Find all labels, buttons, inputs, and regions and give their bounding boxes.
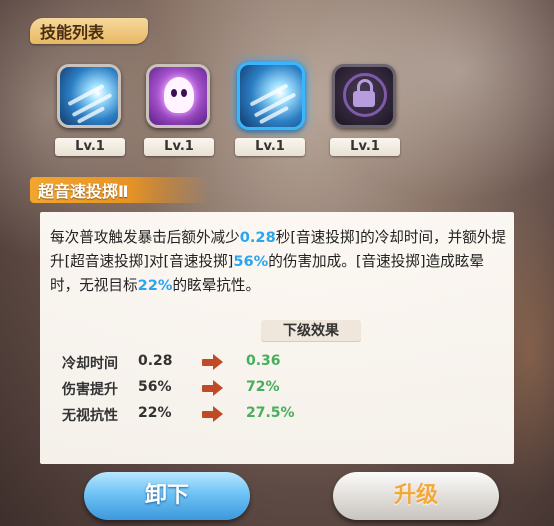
stat-next-value: 72%	[246, 379, 280, 395]
lock-icon	[353, 79, 375, 109]
skill-level-2: Lv.1	[144, 138, 214, 156]
skill-description-panel: 每次普攻触发暴击后额外减少0.28秒[音速投掷]的冷却时间，并额外提升[超音速投…	[40, 212, 514, 464]
desc-text: 的眩晕抗性。	[172, 277, 261, 294]
stat-next-value: 27.5%	[246, 405, 295, 421]
skill-slot-3-selected[interactable]	[237, 62, 305, 130]
skill-slot-2[interactable]	[146, 64, 210, 128]
stat-current-value: 56%	[138, 379, 172, 395]
arrow-right-icon	[202, 354, 224, 370]
skill-level-3: Lv.1	[235, 138, 305, 156]
desc-highlight-value: 0.28	[239, 229, 276, 246]
stat-label: 伤害提升	[62, 382, 118, 398]
arrow-right-icon	[202, 406, 224, 422]
upgrade-button[interactable]: 升级	[333, 472, 499, 520]
skill-list-title: 技能列表	[30, 18, 148, 44]
stat-label: 无视抗性	[62, 408, 118, 424]
arrow-right-icon	[202, 380, 224, 396]
skill-name: 超音速投掷Ⅱ	[30, 177, 210, 203]
ghost-icon	[164, 77, 194, 113]
skill-slot-1[interactable]	[57, 64, 121, 128]
skill-level-1: Lv.1	[55, 138, 125, 156]
skill-slot-4-locked[interactable]	[332, 64, 396, 128]
stat-label: 冷却时间	[62, 356, 118, 372]
stat-current-value: 0.28	[138, 353, 173, 369]
next-level-effect-label: 下级效果	[261, 320, 361, 342]
desc-highlight-value: 22%	[137, 277, 173, 294]
stat-next-value: 0.36	[246, 353, 281, 369]
unequip-button[interactable]: 卸下	[84, 472, 250, 520]
skill-level-4: Lv.1	[330, 138, 400, 156]
skill-description: 每次普攻触发暴击后额外减少0.28秒[音速投掷]的冷却时间，并额外提升[超音速投…	[50, 226, 508, 298]
stat-current-value: 22%	[138, 405, 172, 421]
desc-highlight-value: 56%	[233, 253, 269, 270]
desc-text: 每次普攻触发暴击后额外减少	[50, 229, 240, 246]
